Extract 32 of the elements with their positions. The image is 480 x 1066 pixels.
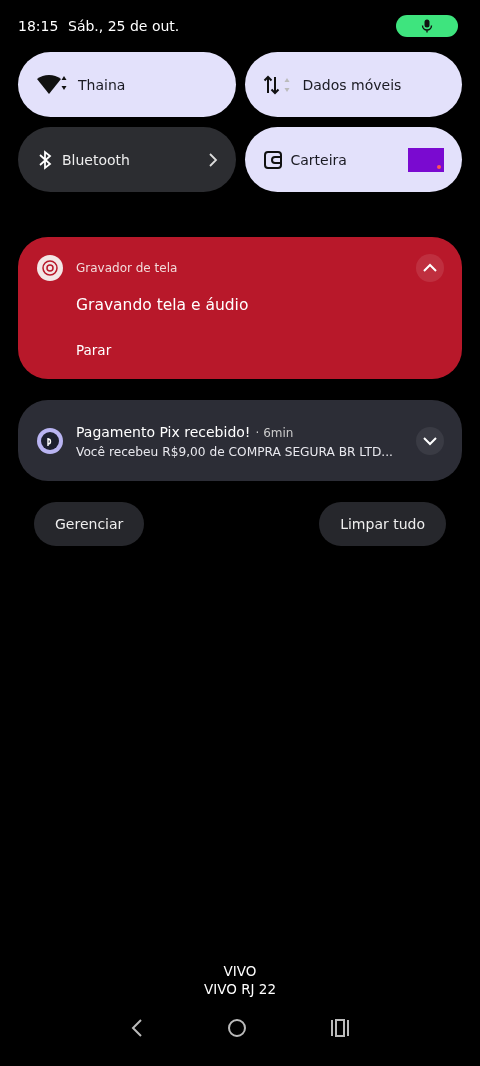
app-icon: [36, 426, 64, 455]
chevron-right-icon: [207, 152, 218, 167]
carrier-name: VIVO: [222, 962, 258, 980]
notification-time: · 6min: [255, 426, 294, 440]
collapse-button[interactable]: [416, 254, 444, 282]
quick-settings-tile[interactable]: Carteira: [244, 127, 462, 192]
notification-title: Pagamento Pix recebido!: [76, 424, 251, 440]
notification-title: Gravando tela e áudio: [76, 296, 250, 314]
home-icon[interactable]: [227, 1018, 247, 1038]
quick-settings-tile[interactable]: Dados móveis: [244, 52, 462, 117]
back-icon[interactable]: [129, 1018, 144, 1038]
clock: 18:15: [18, 18, 60, 34]
date: Sáb., 25 de out.: [68, 18, 181, 34]
notification-card[interactable]: Gravador de tela Gravando tela e áudio Parar: [18, 237, 462, 379]
chevron-up-icon: [422, 263, 438, 273]
microphone-indicator[interactable]: [396, 15, 458, 37]
record-icon: [36, 254, 64, 282]
stop-button[interactable]: Parar: [76, 342, 112, 358]
notification-card[interactable]: Pagamento Pix recebido! · 6min Você recebeu R$9,00 de COMPRA SEGURA BR LTD...: [18, 400, 462, 481]
card-icon: [408, 147, 444, 172]
recent-apps-icon[interactable]: [330, 1019, 351, 1037]
chevron-down-icon: [422, 435, 438, 446]
quick-settings-tile[interactable]: Bluetooth: [18, 127, 236, 192]
wallet-icon: [262, 149, 283, 170]
microphone-icon: [421, 19, 433, 33]
app-name: Gravador de tela: [76, 261, 179, 275]
carrier-name: VIVO RJ 22: [203, 980, 277, 998]
clear-all-button[interactable]: Limpar tudo: [319, 502, 446, 546]
expand-button[interactable]: [416, 426, 444, 455]
manage-button[interactable]: Gerenciar: [34, 502, 145, 546]
quick-settings-tile[interactable]: Thaina: [18, 52, 236, 117]
notification-text: Você recebeu R$9,00 de COMPRA SEGURA BR LTD...: [76, 445, 394, 459]
